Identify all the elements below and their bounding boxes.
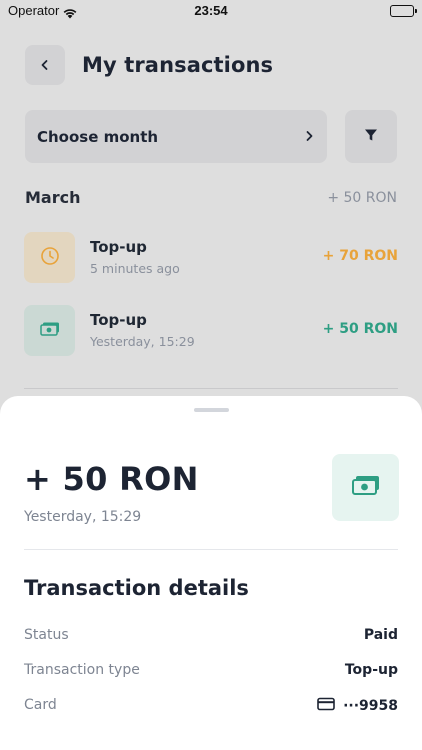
transaction-title: Top-up [90, 311, 147, 329]
detail-icon-box [332, 454, 399, 521]
detail-row-type: Transaction type Top-up [24, 662, 398, 682]
detail-amount: + 50 RON [24, 460, 199, 498]
list-divider [24, 388, 398, 389]
detail-label: Transaction type [24, 662, 140, 678]
section-month-title: March [25, 188, 81, 207]
card-number: ···9958 [343, 698, 398, 714]
battery-icon [390, 5, 417, 17]
detail-date: Yesterday, 15:29 [24, 509, 142, 525]
detail-label: Card [24, 697, 57, 713]
detail-value: ···9958 [317, 697, 398, 715]
back-button[interactable] [25, 45, 65, 85]
transaction-detail-sheet: + 50 RON Yesterday, 15:29 Transaction de… [0, 396, 422, 750]
detail-label: Status [24, 627, 69, 643]
cash-icon [39, 320, 61, 342]
chevron-right-icon [303, 127, 315, 146]
detail-value: Top-up [345, 662, 398, 678]
transaction-amount: + 70 RON [322, 248, 398, 264]
transaction-time: Yesterday, 15:29 [90, 334, 195, 349]
detail-value: Paid [364, 627, 398, 643]
details-title: Transaction details [24, 576, 249, 600]
detail-row-status: Status Paid [24, 627, 398, 647]
transaction-time: 5 minutes ago [90, 261, 180, 276]
transaction-amount: + 50 RON [322, 321, 398, 337]
transaction-icon-box [24, 305, 75, 356]
choose-month-button[interactable]: Choose month [25, 110, 327, 163]
chevron-left-icon [39, 56, 51, 75]
filter-icon [363, 127, 379, 147]
status-time: 23:54 [194, 3, 228, 18]
sheet-grabber[interactable] [194, 408, 229, 412]
clock-icon [39, 245, 61, 271]
transactions-screen: Operator 23:54 My transactions Choose mo… [0, 0, 422, 750]
card-icon [317, 697, 335, 715]
type-value: Top-up [344, 662, 398, 678]
transaction-row[interactable]: Top-up Yesterday, 15:29 + 50 RON [24, 305, 398, 357]
sheet-divider [24, 549, 398, 550]
section-month-total: + 50 RON [327, 190, 397, 206]
page-title: My transactions [82, 53, 274, 77]
filter-button[interactable] [345, 110, 397, 163]
cash-icon [350, 473, 382, 503]
transaction-title: Top-up [90, 238, 147, 256]
transaction-icon-box [24, 232, 75, 283]
detail-row-card: Card ···9958 [24, 697, 398, 717]
transaction-row[interactable]: Top-up 5 minutes ago + 70 RON [24, 232, 398, 284]
status-bar: Operator 23:54 [0, 0, 422, 24]
choose-month-label: Choose month [37, 127, 159, 146]
status-value: Paid [363, 627, 398, 643]
